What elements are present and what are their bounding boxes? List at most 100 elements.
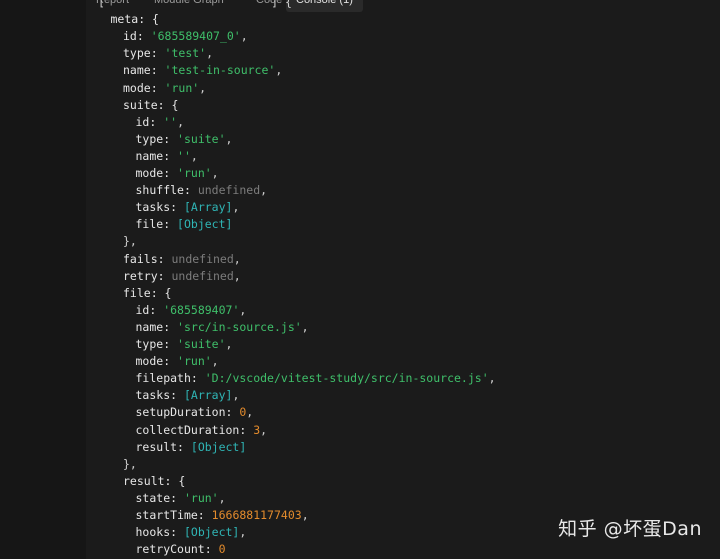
console-token: , (239, 525, 247, 540)
console-line: tasks: [Array], (136, 199, 240, 216)
console-line: id: '685589407_0', (123, 28, 248, 45)
console-token: [Array] (183, 200, 233, 215)
console-token: , (211, 166, 219, 180)
console-token: , (488, 371, 496, 386)
console-line: mode: 'run', (123, 80, 206, 97)
console-token: , (211, 354, 219, 369)
console-token: result: (135, 439, 191, 454)
console-line: file: [Object] (136, 216, 233, 233)
console-line: fails: undefined, (123, 251, 241, 268)
console-line: hooks: [Object], (136, 524, 247, 541)
console-token: }, (123, 234, 137, 249)
console-token: , (240, 29, 248, 44)
console-token: meta: { (110, 12, 159, 27)
console-token: result: { (123, 473, 186, 488)
console-token: , (199, 80, 207, 95)
console-line: retry: undefined, (123, 268, 241, 285)
console-token: , (233, 268, 241, 283)
console-line: shuffle: undefined, (136, 182, 268, 199)
console-line: type: 'test', (123, 45, 213, 62)
watermark: 知乎 @坏蛋Dan (558, 518, 702, 540)
console-line: name: '', (136, 148, 198, 165)
console-line: }, (123, 456, 137, 473)
console-token: , (232, 388, 240, 403)
console-token: 'suite' (177, 337, 226, 351)
console-token: fails: (123, 251, 172, 266)
console-line: [ ] { (98, 0, 292, 11)
console-token: id: (135, 302, 164, 317)
console-token: '685589407' (163, 302, 240, 317)
console-token: [Object] (190, 439, 247, 454)
console-token: name: (123, 63, 165, 78)
console-token: , (239, 302, 247, 317)
console-token: , (301, 508, 309, 522)
console-line: id: '685589407', (136, 302, 247, 319)
console-line: mode: 'run', (136, 353, 219, 370)
console-token: mode: (123, 80, 165, 95)
console-token: 'run' (164, 80, 200, 95)
console-line: mode: 'run', (136, 165, 219, 182)
console-line: collectDuration: 3, (136, 422, 268, 439)
console-token: retryCount: (135, 542, 219, 557)
console-token: 0 (218, 542, 226, 557)
console-output: [ ] {meta: {id: '685589407_0', type: 'tes… (86, 0, 720, 559)
console-line: retryCount: 0 (136, 541, 226, 558)
console-token: 'src/in-source.js' (177, 319, 302, 334)
console-token: , (301, 319, 309, 334)
console-token: '' (177, 148, 191, 163)
console-token: file: { (123, 285, 172, 300)
console-token: 'D:/vscode/vitest-study/src/in-source.js… (204, 371, 489, 386)
console-token: , (206, 46, 214, 61)
console-token: retry: (123, 268, 172, 283)
console-line: name: 'src/in-source.js', (136, 319, 309, 336)
console-token: undefined (171, 251, 234, 266)
console-token: 'test-in-source' (164, 63, 276, 78)
console-token: 'suite' (177, 131, 226, 146)
console-line: tasks: [Array], (136, 387, 240, 404)
console-token: , (190, 148, 198, 163)
console-token: collectDuration: (135, 422, 254, 437)
console-line: file: { (123, 285, 171, 302)
console-token: , (275, 63, 283, 78)
left-gutter (0, 0, 86, 559)
console-token: , (232, 200, 240, 215)
console-token: type: (135, 131, 178, 146)
console-line: type: 'suite', (136, 131, 233, 148)
console-line: suite: { (123, 97, 178, 114)
console-token: [Object] (177, 217, 233, 232)
console-token: , (225, 131, 233, 146)
console-token: 'run' (177, 166, 212, 180)
console-token (105, 0, 271, 9)
console-token: [Array] (183, 388, 233, 403)
console-token: startTime: (135, 508, 212, 522)
console-token: type: (123, 46, 165, 61)
console-line: result: { (123, 473, 185, 490)
console-line: startTime: 1666881177403, (136, 507, 309, 524)
console-line: type: 'suite', (136, 336, 233, 353)
console-token: type: (135, 337, 178, 351)
console-token: 'run' (177, 354, 212, 369)
console-token: id: (135, 114, 164, 129)
console-token: file: (135, 217, 178, 232)
console-token: [ (98, 0, 105, 9)
console-token: '' (163, 114, 178, 129)
console-token: mode: (135, 166, 178, 180)
console-token: mode: (135, 354, 178, 369)
console-token: , (225, 337, 233, 351)
console-token: id: (123, 29, 151, 44)
console-token: name: (135, 319, 178, 334)
console-line: id: '', (136, 114, 185, 131)
console-token: name: (135, 148, 178, 163)
console-token: undefined (171, 268, 234, 283)
console-token: '685589407_0' (150, 29, 241, 44)
console-token: hooks: (135, 525, 184, 540)
console-token: tasks: (135, 388, 184, 403)
console-token: tasks: (135, 200, 184, 215)
console-token: , (218, 490, 226, 505)
console-token: , (260, 183, 268, 198)
console-token: suite: { (123, 97, 179, 112)
console-line: meta: { (111, 11, 159, 28)
console-token: setupDuration: (135, 405, 240, 420)
console-line: result: [Object] (136, 439, 247, 456)
console-token: undefined (197, 183, 261, 198)
